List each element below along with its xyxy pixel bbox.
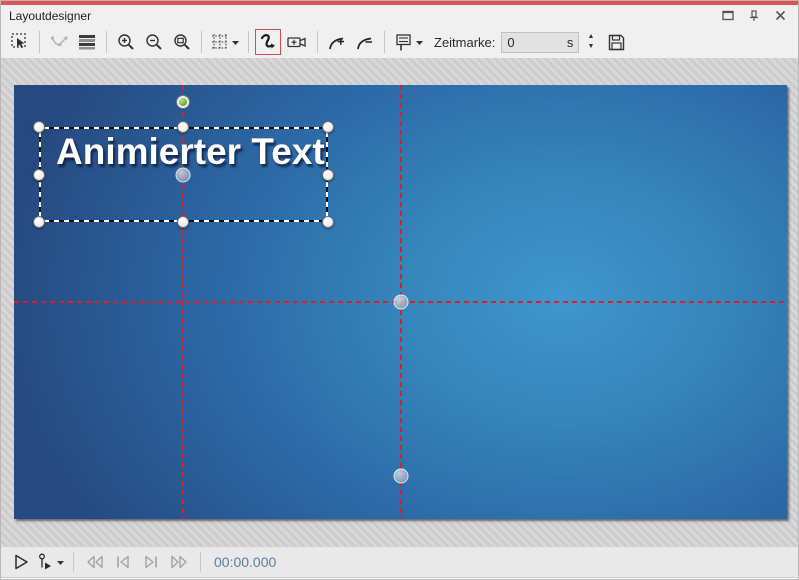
titlebar[interactable]: Layoutdesigner: [1, 5, 798, 26]
resize-handle-e[interactable]: [322, 169, 334, 181]
object-center-handle[interactable]: [176, 168, 191, 183]
chevron-down-icon: [232, 40, 239, 45]
separator: [106, 31, 107, 53]
save-icon: [607, 33, 626, 52]
layoutdesigner-panel: Layoutdesigner: [0, 0, 799, 580]
skip-back-button[interactable]: [83, 550, 107, 574]
select-tool-icon: [10, 32, 30, 52]
separator: [384, 31, 385, 53]
zoom-in-icon: [116, 32, 136, 52]
separator: [39, 31, 40, 53]
play-from-icon: [37, 553, 54, 571]
save-button[interactable]: [603, 29, 629, 55]
prev-frame-icon: [114, 553, 132, 571]
resize-handle-se[interactable]: [322, 216, 334, 228]
window-controls: [720, 5, 788, 26]
path-point-bottom[interactable]: [394, 469, 409, 484]
path-point-center[interactable]: [394, 295, 409, 310]
separator: [317, 31, 318, 53]
layout-canvas[interactable]: Animierter Text: [14, 85, 787, 519]
play-button[interactable]: [9, 550, 33, 574]
select-tool-button[interactable]: [7, 29, 33, 55]
play-icon: [12, 553, 30, 571]
grid-icon: [211, 33, 229, 51]
spinner-down-button[interactable]: ▼: [584, 42, 597, 52]
zeitmarke-unit: s: [567, 35, 574, 50]
curve-tool-icon: [49, 32, 69, 52]
zoom-out-button[interactable]: [141, 29, 167, 55]
zeitmarke-label: Zeitmarke:: [434, 35, 495, 50]
toolbar: Zeitmarke: s ▲ ▼: [1, 26, 798, 58]
close-icon[interactable]: [772, 8, 788, 24]
skip-forward-button[interactable]: [167, 550, 191, 574]
resize-handle-sw[interactable]: [33, 216, 45, 228]
resize-handle-w[interactable]: [33, 169, 45, 181]
resize-handle-n[interactable]: [177, 121, 189, 133]
separator: [73, 552, 74, 572]
grid-dropdown-button[interactable]: [208, 29, 242, 55]
workspace: Animierter Text: [1, 58, 798, 547]
resize-handle-ne[interactable]: [322, 121, 334, 133]
resize-handle-nw[interactable]: [33, 121, 45, 133]
layers-icon: [77, 32, 97, 52]
prev-frame-button[interactable]: [111, 550, 135, 574]
zoom-out-icon: [144, 32, 164, 52]
camera-button[interactable]: [283, 29, 311, 55]
zeitmarke-field-wrap: s: [501, 32, 579, 53]
marker-icon: [394, 33, 413, 52]
camera-icon: [286, 32, 308, 52]
zoom-fit-icon: [172, 32, 192, 52]
layers-button[interactable]: [74, 29, 100, 55]
add-keyframe-button[interactable]: [324, 29, 350, 55]
zeitmarke-spinner: ▲ ▼: [584, 32, 597, 52]
remove-keyframe-button[interactable]: [352, 29, 378, 55]
separator: [201, 31, 202, 53]
next-frame-button[interactable]: [139, 550, 163, 574]
remove-keyframe-icon: [355, 32, 375, 52]
pin-icon[interactable]: [746, 8, 762, 24]
next-frame-icon: [142, 553, 160, 571]
chevron-down-icon: [57, 560, 64, 565]
restore-icon[interactable]: [720, 8, 736, 24]
motion-path-icon: [258, 32, 278, 52]
separator: [248, 31, 249, 53]
spinner-up-button[interactable]: ▲: [584, 32, 597, 42]
separator: [200, 552, 201, 572]
skip-back-icon: [85, 553, 105, 571]
panel-title: Layoutdesigner: [9, 9, 91, 23]
playback-bar: 00:00.000: [1, 547, 798, 577]
animated-text-object[interactable]: Animierter Text: [56, 131, 325, 173]
zoom-fit-button[interactable]: [169, 29, 195, 55]
play-from-position-button[interactable]: [37, 550, 64, 574]
timecode: 00:00.000: [214, 554, 276, 570]
zeitmarke-input[interactable]: [507, 35, 567, 50]
motion-path-button[interactable]: [255, 29, 281, 55]
skip-forward-icon: [169, 553, 189, 571]
resize-handle-s[interactable]: [177, 216, 189, 228]
curve-tool-button[interactable]: [46, 29, 72, 55]
rotation-handle[interactable]: [177, 96, 189, 108]
add-keyframe-icon: [327, 32, 347, 52]
chevron-down-icon: [416, 40, 423, 45]
zoom-in-button[interactable]: [113, 29, 139, 55]
marker-dropdown-button[interactable]: [391, 29, 426, 55]
